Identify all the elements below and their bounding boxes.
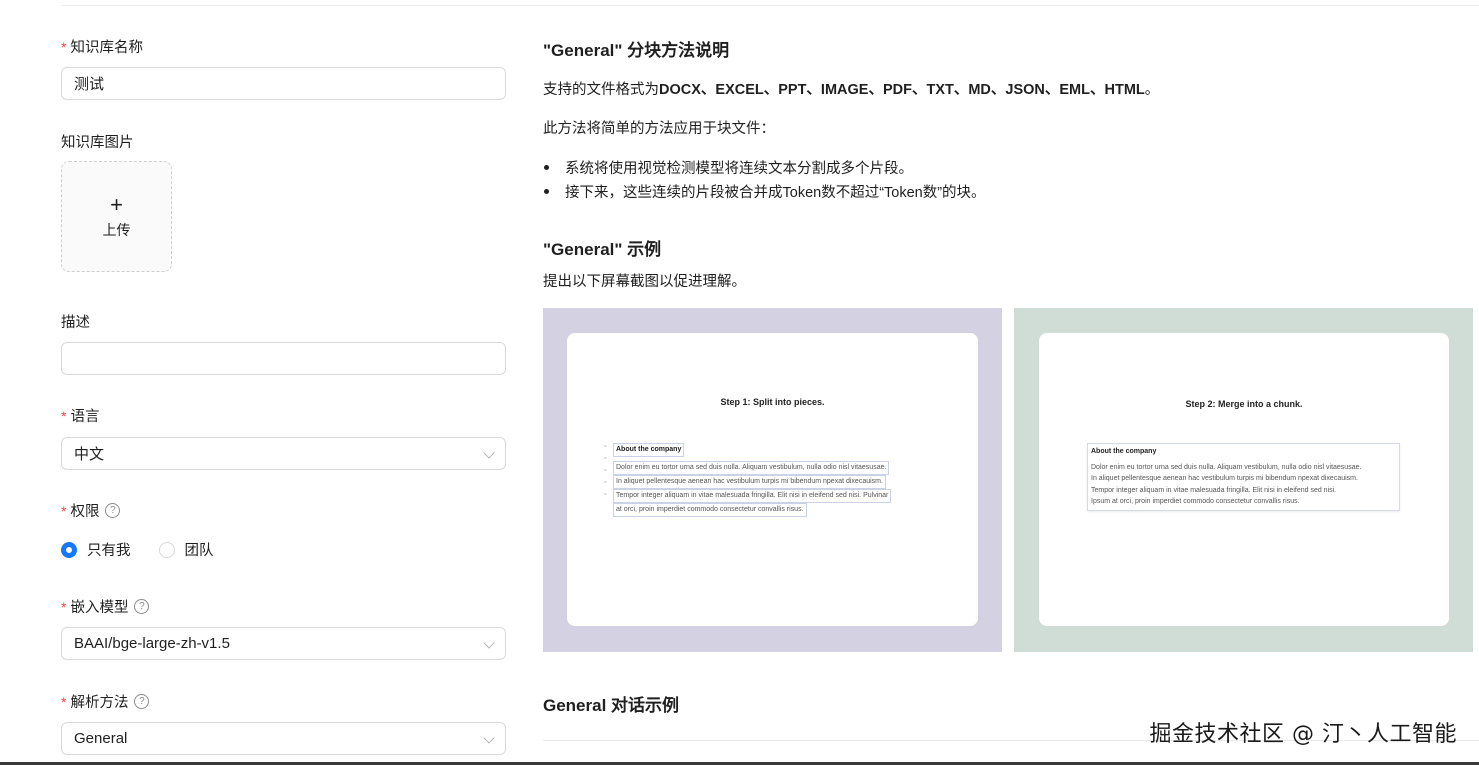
example-image-step2: Step 2: Merge into a chunk. About the co…	[1014, 308, 1473, 652]
chunk-line: Dolor enim eu tortor urna sed duis nulla…	[1091, 463, 1362, 471]
permission-radio-group: 只有我 团队	[61, 539, 214, 560]
text-piece: In aliquet pellentesque aenean hac vesti…	[613, 475, 886, 489]
radio-team[interactable]	[158, 541, 175, 558]
chunk-line: Tempor integer aliquam in vitae malesuad…	[1091, 486, 1337, 494]
required-mark: *	[61, 598, 67, 615]
merged-chunk: About the company Dolor enim eu tortor u…	[1087, 443, 1400, 511]
list-item: 系统将使用视觉检测模型将连续文本分割成多个片段。	[543, 157, 913, 178]
chevron-down-icon	[483, 637, 495, 649]
example-image-step1: Step 1: Split into pieces. ° ° ° ° ° About t…	[543, 308, 1002, 652]
chunk-line: Ipsum at orci, proin imperdiet commodo c…	[1091, 498, 1300, 505]
language-label: * 语言	[61, 407, 100, 426]
required-mark: *	[61, 693, 67, 710]
split-pieces: About the company Dolor enim eu tortor u…	[613, 443, 892, 517]
description-input[interactable]	[61, 342, 506, 375]
watermark: 掘金技术社区 @ 汀丶人工智能	[1149, 722, 1457, 747]
required-mark: *	[61, 502, 67, 519]
method-intro: 此方法将简单的方法应用于块文件：	[543, 121, 775, 137]
radio-team-label[interactable]: 团队	[185, 539, 214, 560]
required-mark: *	[61, 407, 67, 424]
chunk-line: In aliquet pellentesque aenean hac vesti…	[1091, 475, 1358, 482]
chevron-down-icon	[483, 732, 495, 744]
list-item: 接下来，这些连续的片段被合并成Token数不超过“Token数”的块。	[543, 181, 986, 202]
chat-example-heading: General 对话示例	[543, 696, 680, 715]
example-card: Step 1: Split into pieces. ° ° ° ° ° About t…	[567, 333, 978, 626]
method-heading: "General" 分块方法说明	[543, 41, 730, 60]
parse-method-select[interactable]: General	[61, 722, 506, 755]
example-intro: 提出以下屏幕截图以促进理解。	[543, 274, 746, 290]
top-divider	[61, 5, 1479, 6]
help-icon[interactable]: ?	[105, 503, 121, 518]
embedding-model-label: * 嵌入模型 ?	[61, 596, 150, 617]
chunk-title: About the company	[1091, 448, 1157, 455]
description-label: 描述	[61, 315, 90, 331]
kb-name-label: * 知识库名称	[61, 38, 143, 57]
embedding-model-select[interactable]: BAAI/bge-large-zh-v1.5	[61, 627, 506, 660]
supported-formats: 支持的文件格式为DOCX、EXCEL、PPT、IMAGE、PDF、TXT、MD、…	[543, 82, 1160, 98]
doc-title-piece: About the company	[613, 443, 685, 457]
help-icon[interactable]: ?	[134, 694, 150, 709]
text-piece: at orci, proin imperdiet commodo consect…	[613, 503, 807, 517]
radio-only-me[interactable]	[61, 541, 77, 558]
bullet-icon	[544, 189, 549, 194]
required-mark: *	[61, 38, 67, 55]
help-icon[interactable]: ?	[134, 599, 150, 614]
chevron-down-icon	[483, 447, 495, 459]
radio-only-me-label[interactable]: 只有我	[87, 539, 131, 560]
upload-image-button[interactable]: + 上传	[61, 161, 172, 272]
text-piece: Dolor enim eu tortor urna sed duis nulla…	[613, 461, 890, 475]
example-heading: "General" 示例	[543, 240, 662, 259]
kb-image-label: 知识库图片	[61, 135, 134, 151]
language-select[interactable]: 中文	[61, 437, 506, 470]
step2-title: Step 2: Merge into a chunk.	[1185, 399, 1303, 409]
step1-title: Step 1: Split into pieces.	[720, 397, 825, 407]
plus-icon: +	[110, 191, 123, 217]
parse-method-label: * 解析方法 ?	[61, 691, 150, 712]
permission-label: * 权限 ?	[61, 500, 121, 521]
text-piece: Tempor integer aliquam in vitae malesuad…	[613, 489, 892, 503]
upload-label: 上传	[102, 221, 131, 238]
bullet-icon	[544, 165, 549, 170]
example-card: Step 2: Merge into a chunk. About the co…	[1039, 333, 1449, 626]
piece-markers: ° ° ° ° °	[604, 445, 607, 500]
kb-name-input[interactable]: 测试	[61, 67, 506, 100]
